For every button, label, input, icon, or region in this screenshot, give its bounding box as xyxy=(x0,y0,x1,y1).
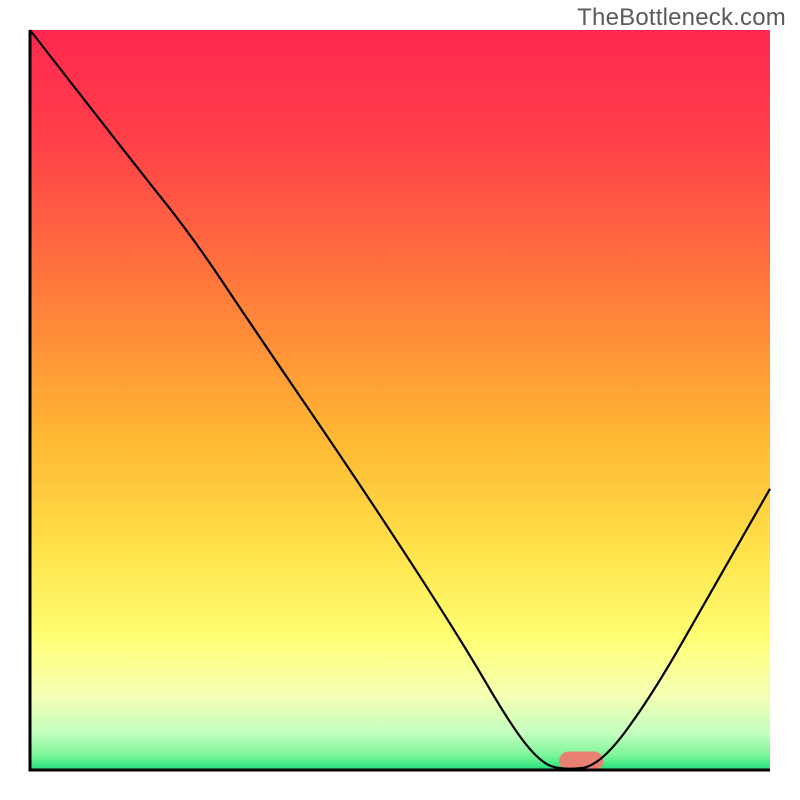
watermark-text: TheBottleneck.com xyxy=(577,4,786,32)
chart-container: TheBottleneck.com xyxy=(0,0,800,800)
bottleneck-chart xyxy=(0,0,800,800)
plot-gradient-background xyxy=(30,30,770,770)
